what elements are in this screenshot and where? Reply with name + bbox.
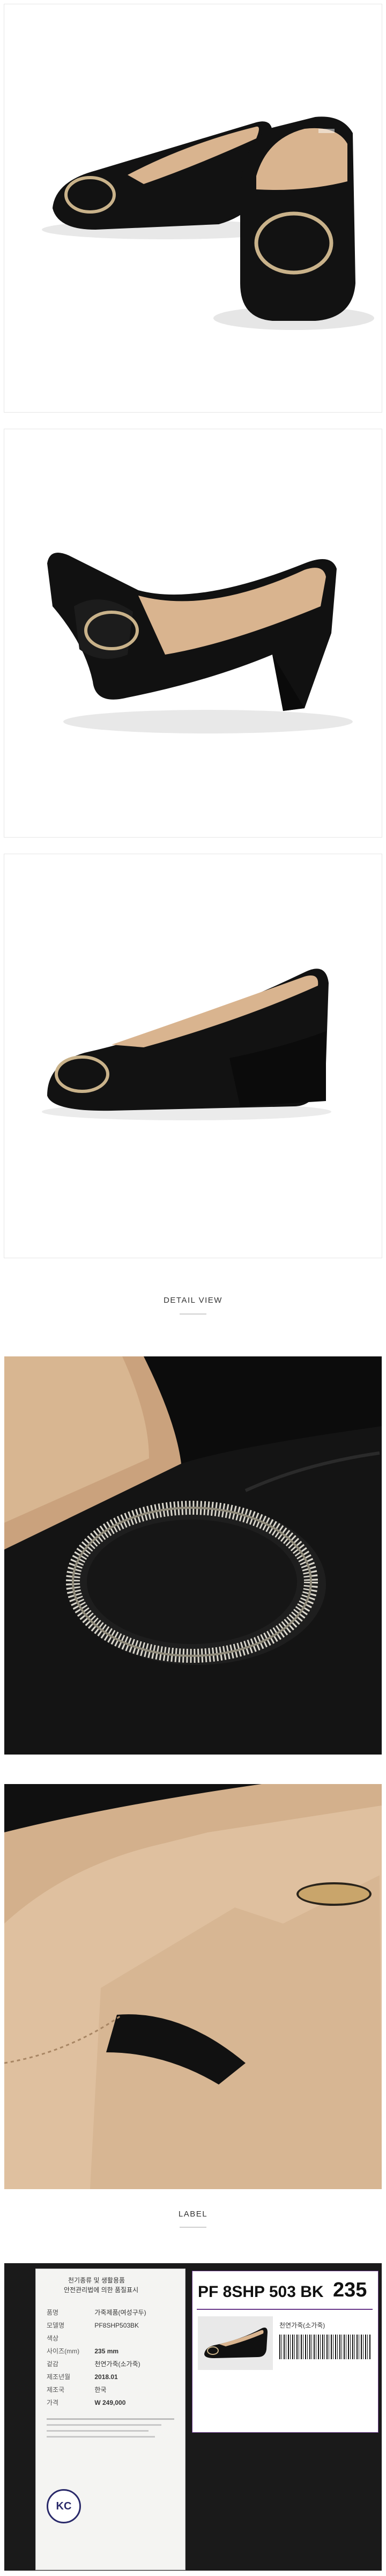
detail-photo-buckle [4,1356,382,1755]
label-row-value: W 249,000 [94,2399,126,2406]
label-row: 제조국 한국 [47,2385,106,2394]
label-title: LABEL [178,2210,208,2219]
label-row-key: 사이즈(mm) [47,2347,80,2355]
label-row: 겉감 천연가죽(소가죽) [47,2359,140,2368]
label-row-key: 제조년월 [47,2373,71,2381]
tag-material: 천연가죽(소가죽) [279,2322,325,2329]
tag-size: 235 [333,2279,367,2301]
label-row-value: 235 mm [94,2347,119,2355]
detail-photo-insole [4,1784,382,2189]
label-row-value: PF8SHP503BK [94,2322,139,2329]
tag-model-code: PF 8SHP 503 BK [198,2283,324,2301]
label-row-key: 가격 [47,2399,59,2406]
detail-view-title: DETAIL VIEW [164,1296,222,1305]
shoe-pair-illustration [4,4,382,412]
product-photo-angle [4,429,382,838]
label-row-key: 품명 [47,2309,59,2316]
insole-closeup-illustration [4,1784,382,2189]
tag-shoe-thumbnail [198,2316,273,2370]
label-row: 가격 W 249,000 [47,2398,125,2407]
label-row-key: 색상 [47,2335,59,2342]
tag-barcode-icon [279,2335,370,2359]
label-fine-print [47,2414,174,2462]
buckle-closeup-illustration [4,1356,382,1755]
quality-label-card: 천기종류 및 생활용품 안전관리법에 의한 품질표시 품명 가죽제품(여성구두)… [35,2269,185,2570]
label-photo: 천기종류 및 생활용품 안전관리법에 의한 품질표시 품명 가죽제품(여성구두)… [4,2263,382,2571]
label-row-value: 한국 [94,2386,107,2394]
label-row-value: 천연가죽(소가죽) [94,2360,140,2368]
shoe-angle-illustration [4,429,382,837]
label-row: 사이즈(mm) 235 mm [47,2346,118,2355]
label-heading-line2: 안전관리법에 의한 품질표시 [64,2286,139,2294]
label-row: 색상 [47,2333,93,2343]
tag-divider [197,2309,373,2310]
label-row-value: 가죽제품(여성구두) [94,2309,146,2316]
label-row-key: 제조국 [47,2386,65,2394]
product-photo-side [4,854,382,1258]
product-photo-pair [4,4,382,413]
label-heading-line1: 천기종류 및 생활용품 [68,2277,125,2284]
label-divider [180,2227,206,2228]
kc-certification-icon: KC [47,2489,81,2523]
label-row: 모델명 PF8SHP503BK [47,2321,139,2330]
detail-view-divider [180,1313,206,1315]
kc-mark-text: KC [56,2500,72,2512]
label-row: 품명 가죽제품(여성구두) [47,2308,146,2317]
tag-shoe-icon [204,2328,268,2358]
label-row-key: 겉감 [47,2360,59,2368]
product-tag: PF 8SHP 503 BK 235 천연가죽(소가죽) [192,2271,378,2433]
label-row-key: 모델명 [47,2322,65,2329]
shoe-side-illustration [4,854,382,1258]
label-row-value: 2018.01 [94,2373,118,2381]
label-row: 제조년월 2018.01 [47,2372,118,2381]
